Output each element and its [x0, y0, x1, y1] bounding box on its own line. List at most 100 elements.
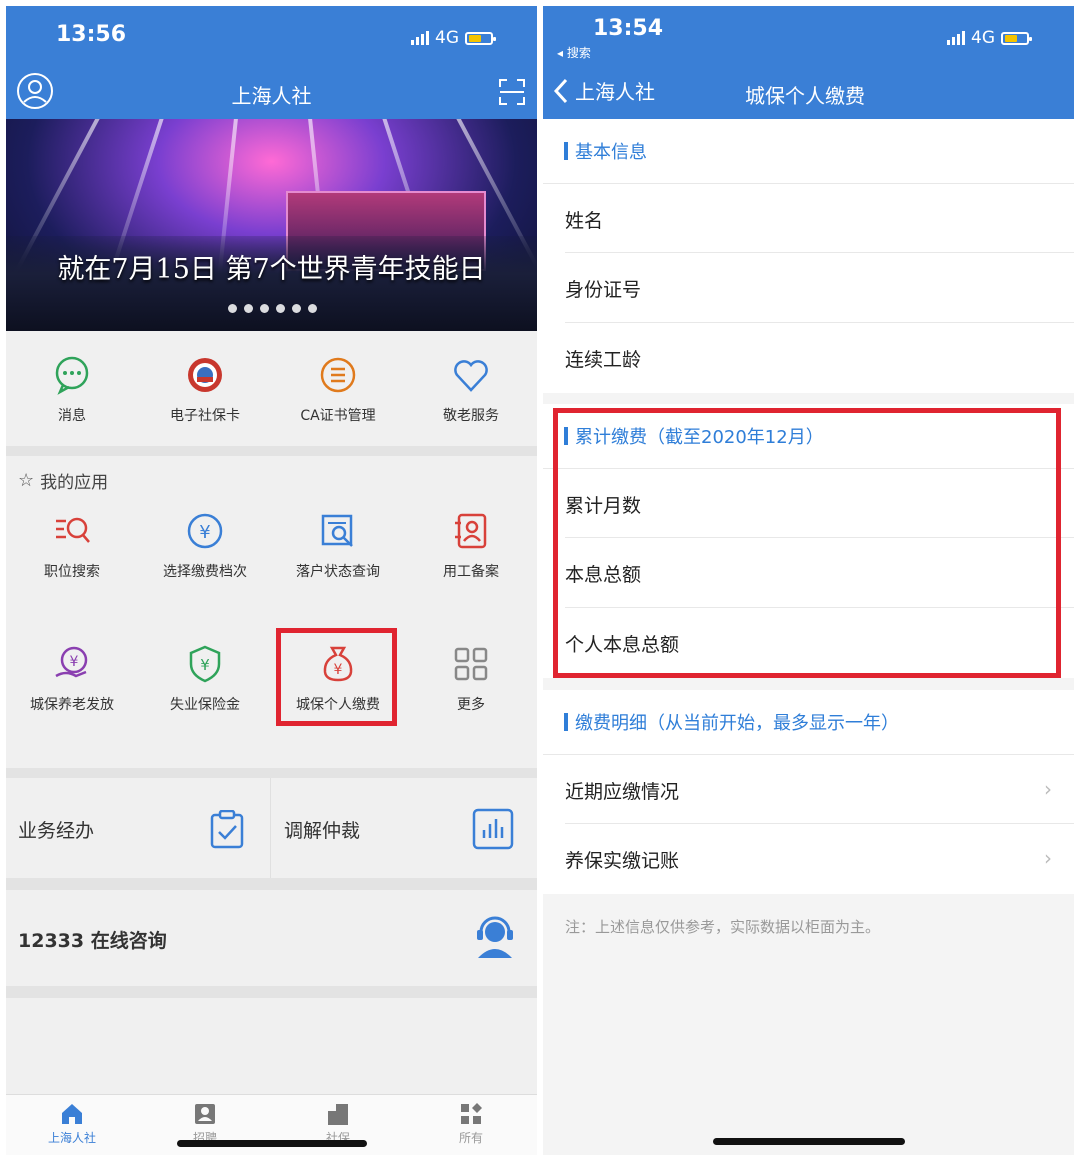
back-to-app[interactable]: ◂ 搜索: [557, 44, 591, 61]
detail-row-actual-paid[interactable]: 养保实缴记账 ›: [543, 824, 1074, 894]
online-consult[interactable]: 12333 在线咨询: [6, 890, 537, 986]
app-label: 失业保险金: [170, 697, 240, 713]
tab-label: 所有: [458, 1131, 483, 1145]
section-divider: [6, 446, 537, 456]
business-row: 业务经办 调解仲裁: [6, 778, 537, 878]
svg-text:¥: ¥: [200, 656, 210, 674]
signal-icon: [411, 31, 429, 45]
carousel-dots[interactable]: [228, 304, 317, 313]
info-row-id-number: 身份证号: [543, 253, 1074, 323]
heart-icon: [454, 360, 488, 392]
home-indicator: [177, 1140, 367, 1147]
chevron-right-icon: ›: [1044, 846, 1052, 870]
apps-icon: [461, 1103, 482, 1124]
social-security-card-icon: [188, 358, 222, 392]
quick-item-label: 敬老服务: [443, 408, 499, 424]
scan-icon[interactable]: [498, 78, 526, 106]
tab-label: 上海人社: [47, 1131, 96, 1145]
status-time: 13:54: [593, 16, 664, 41]
chevron-right-icon: ›: [1044, 777, 1052, 801]
battery-icon: [1001, 31, 1032, 45]
building-icon: [328, 1104, 348, 1125]
my-apps-title: 我的应用: [40, 473, 109, 493]
app-job-search[interactable]: 职位搜索: [6, 511, 138, 581]
quick-item-elder[interactable]: 敬老服务: [405, 355, 537, 425]
app-unemployment[interactable]: ¥ 失业保险金: [139, 644, 271, 714]
document-search-icon: [321, 514, 353, 547]
app-payment-tier[interactable]: ¥ 选择缴费档次: [139, 511, 271, 581]
job-search-icon: [56, 517, 90, 543]
app-header: 13:56 4G 上海人社: [6, 6, 537, 119]
network-label: 4G: [435, 28, 459, 48]
home-icon: [62, 1104, 82, 1124]
row-label: 养保实缴记账: [565, 850, 680, 872]
app-label: 更多: [457, 697, 485, 713]
battery-icon: [465, 31, 496, 45]
status-time: 13:56: [56, 22, 127, 47]
svg-text:¥: ¥: [199, 522, 210, 543]
app-header: 13:54 ◂ 搜索 4G 上海人社 城保个人缴费: [543, 6, 1074, 119]
app-label: 落户状态查询: [296, 564, 380, 580]
mediation-label: 调解仲裁: [284, 820, 361, 842]
banner-caption: 就在7月15日 第7个世界青年技能日: [57, 254, 486, 285]
employment-record-icon: [455, 513, 487, 549]
row-label: 身份证号: [565, 279, 642, 301]
right-phone-screen: 13:54 ◂ 搜索 4G 上海人社 城保个人缴费 基本信息 姓名 身份证号 连…: [543, 6, 1074, 1155]
section-divider: [6, 768, 537, 778]
my-apps-header: ☆ 我的应用: [18, 468, 108, 493]
bar-chart-icon: [472, 808, 514, 850]
quick-item-sscard[interactable]: 电子社保卡: [139, 355, 271, 425]
yuan-circle-icon: ¥: [187, 513, 223, 549]
signal-icon: [947, 31, 965, 45]
page-title: 上海人社: [231, 84, 312, 108]
mediation-arbitration[interactable]: 调解仲裁: [272, 778, 537, 878]
quick-access-grid: 消息 电子社保卡 CA证书管理 敬老服务: [6, 331, 537, 446]
shield-yuan-icon: ¥: [189, 645, 221, 683]
pension-payout-icon: ¥: [55, 646, 88, 678]
section-title: 基本信息: [575, 142, 647, 163]
quick-item-label: CA证书管理: [300, 408, 376, 424]
disclaimer-note: 注：上述信息仅供参考，实际数据以柜面为主。: [565, 918, 881, 936]
tab-home[interactable]: 上海人社: [6, 1101, 138, 1146]
back-button[interactable]: 上海人社: [553, 76, 655, 105]
app-employment-record[interactable]: 用工备案: [405, 511, 537, 581]
section-marker: [564, 142, 568, 160]
consult-label: 12333 在线咨询: [18, 930, 167, 952]
bottom-tab-bar: 上海人社 招聘 社保 所有: [6, 1094, 537, 1155]
app-hukou-status[interactable]: 落户状态查询: [272, 511, 404, 581]
left-phone-screen: 13:56 4G 上海人社 就在7月15日 第7个世界青年技能日 消息 电子社保…: [6, 6, 537, 1155]
customer-service-icon: [477, 916, 513, 958]
quick-item-label: 消息: [58, 408, 86, 424]
star-icon: ☆: [18, 470, 35, 491]
highlight-box: [276, 628, 397, 726]
app-pension-payout[interactable]: ¥ 城保养老发放: [6, 644, 138, 714]
row-label: 近期应缴情况: [565, 781, 680, 803]
page-title: 城保个人缴费: [745, 84, 865, 108]
section-divider: [6, 986, 537, 998]
back-label: 上海人社: [575, 80, 655, 104]
app-more[interactable]: 更多: [405, 644, 537, 714]
home-indicator: [713, 1138, 905, 1145]
app-label: 城保养老发放: [30, 697, 114, 713]
quick-item-ca[interactable]: CA证书管理: [272, 355, 404, 425]
info-row-name: 姓名: [543, 183, 1074, 253]
network-label: 4G: [971, 28, 995, 48]
business-handling[interactable]: 业务经办: [6, 778, 271, 878]
ca-certificate-icon: [320, 357, 356, 393]
promo-banner[interactable]: 就在7月15日 第7个世界青年技能日: [6, 119, 537, 331]
quick-item-message[interactable]: 消息: [6, 355, 138, 425]
quick-item-label: 电子社保卡: [170, 408, 240, 424]
section-marker: [564, 713, 568, 731]
message-icon: [55, 356, 89, 395]
section-title: 缴费明细（从当前开始，最多显示一年）: [575, 713, 899, 734]
app-label: 职位搜索: [44, 564, 100, 580]
grid-more-icon: [454, 647, 488, 681]
section-payment-details: 缴费明细（从当前开始，最多显示一年）: [543, 690, 1074, 754]
status-indicators: 4G: [411, 28, 496, 48]
tab-all[interactable]: 所有: [405, 1101, 537, 1146]
status-indicators: 4G: [947, 28, 1032, 48]
row-label: 姓名: [565, 210, 604, 232]
app-label: 选择缴费档次: [163, 564, 247, 580]
detail-row-recent-due[interactable]: 近期应缴情况 ›: [543, 754, 1074, 824]
row-label: 连续工龄: [565, 349, 642, 371]
